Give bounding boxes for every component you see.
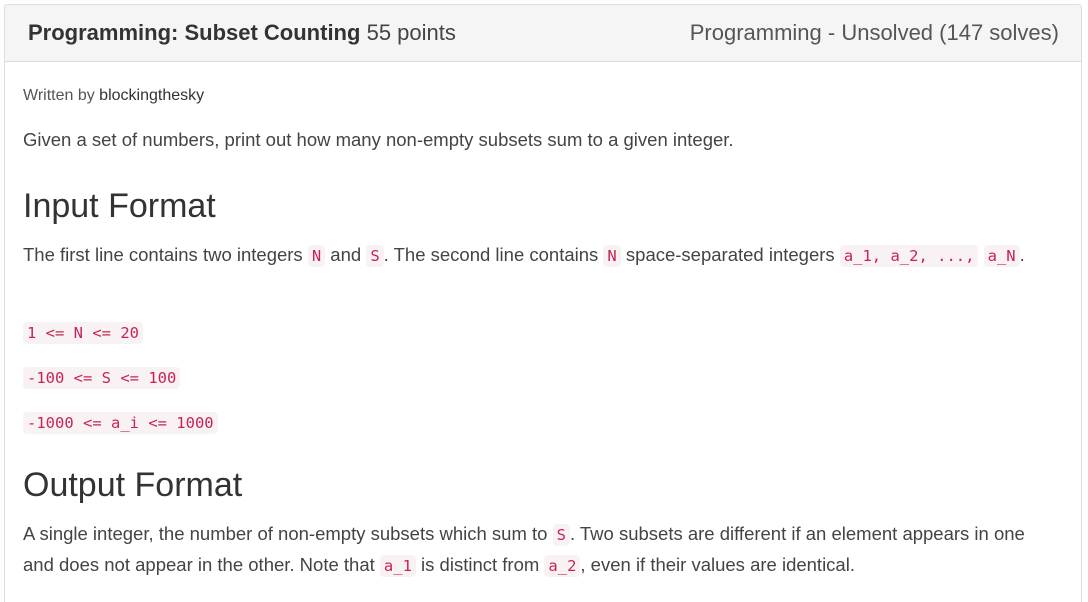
input-format-text: The first line contains two integers N a… [23,244,1025,267]
output-format-text: A single integer, the number of non-empt… [23,523,1025,577]
constraint-s: -100 <= S <= 100 [23,365,181,390]
code-n: N [307,245,326,267]
input-format-heading: Input Format [23,187,216,225]
problem-header[interactable]: Programming: Subset Counting 55 points P… [5,5,1081,62]
author-name: blockingthesky [99,87,205,104]
constraint-ai: -1000 <= a_i <= 1000 [23,410,218,435]
code-a2: a_2 [544,555,581,577]
code-s: S [366,245,384,267]
code-a1: a_1 [379,555,416,577]
code-s-output: S [552,524,570,546]
author-line: Written by blockingthesky [23,86,204,106]
code-a-n: a_N [983,245,1020,267]
author-prefix: Written by [23,87,100,104]
problem-status: Programming - Unsolved (147 solves) [689,20,1059,45]
code-list: a_1, a_2, ..., [839,245,979,267]
output-format-heading: Output Format [23,466,243,504]
constraint-n: 1 <= N <= 20 [23,320,143,345]
problem-points: 55 points [366,20,456,45]
problem-title: Programming: Subset Counting [28,20,361,45]
problem-title-group: Programming: Subset Counting 55 points [28,20,456,46]
code-n-second: N [603,245,621,267]
problem-description: Given a set of numbers, print out how ma… [23,129,734,150]
